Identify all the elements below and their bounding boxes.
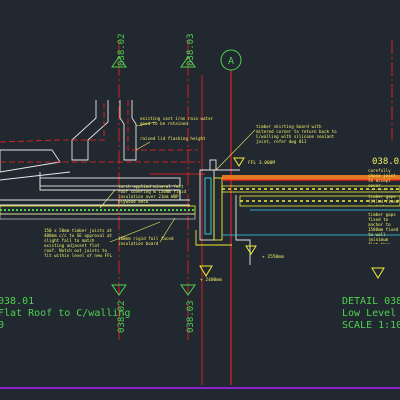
detail-title-right-name: Low Level Flat bbox=[342, 308, 400, 319]
section-arrow-upper-b[interactable]: 038.03 bbox=[180, 33, 196, 68]
note-skirting: timber skirting board with mitered corne… bbox=[256, 124, 337, 144]
detail-title-left-name: Flat Roof to C/walling bbox=[0, 308, 130, 319]
note-cast-iron: existing cast iron rain water good to be… bbox=[140, 116, 214, 126]
level-2400-label: + 2400mm bbox=[200, 277, 222, 283]
section-arrow-upper-a[interactable]: 038.02 bbox=[111, 33, 127, 68]
roof-build-up bbox=[0, 205, 196, 220]
detail-title-left[interactable]: 038.01 Flat Roof to C/walling 0 bbox=[0, 296, 130, 331]
grid-label-upper-b: 038.03 bbox=[186, 33, 196, 66]
section-arrow-lower-b[interactable]: 038.03 bbox=[180, 284, 196, 333]
level-marker-2550[interactable]: + 2550mm bbox=[245, 245, 284, 260]
right-detail-ref: 038.03 bbox=[372, 157, 400, 167]
detail-title-left-scale: 0 bbox=[0, 320, 4, 331]
level-marker-2400[interactable]: + 2400mm bbox=[199, 265, 222, 283]
right-note-3: timber gaps fixed to anchor to 1500mm fi… bbox=[368, 212, 399, 244]
right-note-1: carefully chase joint to accept cover up… bbox=[368, 168, 398, 190]
grid-bubble-label: A bbox=[228, 56, 234, 67]
detail-title-right-scale: SCALE 1:10 bbox=[342, 320, 400, 331]
grid-bubble-a[interactable]: A bbox=[220, 49, 242, 71]
note-board: 100mm rigid foil faced insulation board bbox=[118, 236, 174, 246]
ffl-label: FFL 3.000M bbox=[248, 160, 275, 166]
note-insulation: torch applied mineral felt roof covering… bbox=[118, 184, 187, 204]
right-detail-notes: 038.03 carefully chase joint to accept c… bbox=[368, 157, 400, 279]
grid-label-lower-b: 038.03 bbox=[186, 300, 196, 333]
grid-line-group bbox=[118, 40, 393, 385]
detail-title-left-number: 038.01 bbox=[0, 296, 34, 307]
note-joists: 150 x 50mm timber joists at 400mm c/c to… bbox=[44, 228, 113, 258]
level-2550-label: + 2550mm bbox=[262, 254, 284, 260]
grid-label-upper-a: 038.02 bbox=[117, 33, 127, 66]
detail-title-right-number: DETAIL 038.03 bbox=[342, 296, 400, 307]
note-flashing: raised lid flashing height bbox=[140, 136, 206, 141]
detail-title-right[interactable]: DETAIL 038.03 Low Level Flat SCALE 1:10 bbox=[342, 296, 400, 331]
right-note-2: timber gaps filled fixed to timber floor bbox=[368, 194, 399, 206]
cad-drawing-viewport[interactable]: A 038.02 038.03 038.02 038.03 FFL 3.000M… bbox=[0, 0, 400, 400]
level-marker-ffl[interactable]: FFL 3.000M bbox=[233, 157, 275, 167]
